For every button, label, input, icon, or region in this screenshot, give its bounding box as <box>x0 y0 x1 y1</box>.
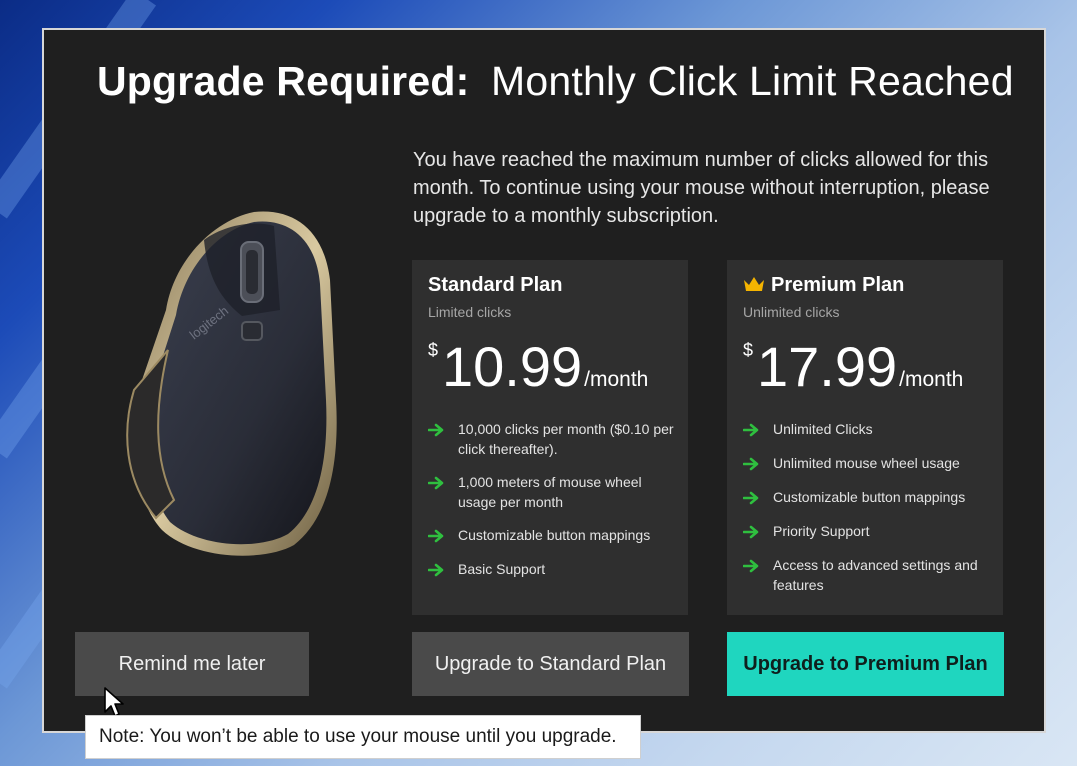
feature-item: Priority Support <box>743 522 995 542</box>
feature-text: Unlimited Clicks <box>773 421 873 437</box>
feature-text: Basic Support <box>458 560 546 577</box>
price-amount: 17.99 <box>757 335 898 398</box>
green-arrow-icon <box>743 559 759 573</box>
feature-text: 1,000 meters of mouse wheel usage per mo… <box>458 474 642 510</box>
dialog-title: Upgrade Required: Monthly Click Limit Re… <box>97 58 1014 105</box>
plan-price: $17.99/month <box>743 334 963 399</box>
feature-list: Unlimited Clicks Unlimited mouse wheel u… <box>743 420 995 610</box>
price-amount: 10.99 <box>442 335 583 398</box>
green-arrow-icon <box>428 476 444 490</box>
feature-list: 10,000 clicks per month ($0.10 per click… <box>428 420 680 593</box>
mouse-cursor-icon <box>104 687 124 717</box>
feature-item: Customizable button mappings <box>428 526 680 546</box>
feature-item: 10,000 clicks per month ($0.10 per click… <box>428 420 680 459</box>
feature-item: Access to advanced settings and features <box>743 556 995 595</box>
plan-name-label: Premium Plan <box>771 274 905 296</box>
feature-item: Customizable button mappings <box>743 488 995 508</box>
feature-text: Customizable button mappings <box>773 489 966 505</box>
price-period: /month <box>899 368 964 391</box>
feature-text: 10,000 clicks per month ($0.10 per click… <box>458 421 674 457</box>
standard-plan-card: Standard Plan Limited clicks $10.99/mont… <box>412 260 688 615</box>
feature-item: Unlimited Clicks <box>743 420 995 440</box>
price-currency: $ <box>743 340 754 360</box>
plan-subtitle: Limited clicks <box>428 304 512 320</box>
green-arrow-icon <box>428 529 444 543</box>
green-arrow-icon <box>743 457 759 471</box>
green-arrow-icon <box>428 423 444 437</box>
feature-text: Unlimited mouse wheel usage <box>773 455 960 471</box>
green-arrow-icon <box>428 563 444 576</box>
feature-text: Customizable button mappings <box>458 527 651 543</box>
premium-plan-card: Premium Plan Unlimited clicks $17.99/mon… <box>727 260 1003 615</box>
crown-icon <box>744 277 764 291</box>
price-currency: $ <box>428 340 439 360</box>
plan-name: Standard Plan <box>428 274 563 296</box>
intro-text: You have reached the maximum number of c… <box>413 149 990 227</box>
green-arrow-icon <box>743 525 759 539</box>
price-period: /month <box>584 368 649 391</box>
dialog-title-light: Monthly Click Limit Reached <box>491 58 1014 104</box>
upgrade-dialog: Upgrade Required: Monthly Click Limit Re… <box>42 28 1046 733</box>
dialog-title-strong: Upgrade Required: <box>97 58 470 104</box>
upgrade-premium-button[interactable]: Upgrade to Premium Plan <box>727 632 1004 696</box>
plan-subtitle: Unlimited clicks <box>743 304 840 320</box>
feature-item: 1,000 meters of mouse wheel usage per mo… <box>428 473 680 512</box>
feature-item: Unlimited mouse wheel usage <box>743 454 995 474</box>
upgrade-standard-button[interactable]: Upgrade to Standard Plan <box>412 632 689 696</box>
feature-item: Basic Support <box>428 560 680 580</box>
mouse-image: logitech <box>104 200 354 565</box>
feature-text: Priority Support <box>773 523 870 539</box>
feature-text: Access to advanced settings and features <box>773 557 978 593</box>
green-arrow-icon <box>743 491 759 505</box>
plan-name: Premium Plan <box>743 274 904 297</box>
note-tooltip: Note: You won’t be able to use your mous… <box>85 715 641 759</box>
plan-price: $10.99/month <box>428 334 648 399</box>
green-arrow-icon <box>743 423 759 437</box>
